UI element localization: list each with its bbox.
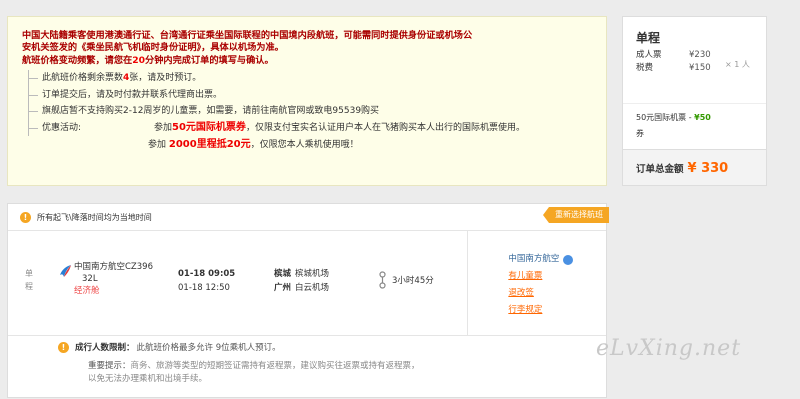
refund-change-link[interactable]: 退改签 (508, 288, 534, 298)
verified-badge-icon (563, 254, 574, 265)
promo-item-2: 参加 2000里程抵20元，仅限您本人乘机使用哦！ (28, 136, 592, 154)
coupon-value: ¥50 (694, 113, 711, 122)
adult-price: ¥230 (689, 50, 711, 60)
coupon-label: 50元国际机票 (636, 113, 687, 122)
adult-label: 成人票 (636, 50, 662, 60)
total-amount: ¥ 330 (687, 161, 729, 176)
baggage-rules-link[interactable]: 行李规定 (508, 305, 542, 315)
side-airline: 中国南方航空 (508, 251, 606, 268)
tip-label: 重要提示： (88, 361, 131, 371)
flight-duration: 3小时45分 (378, 271, 434, 289)
promo-label: 优惠活动: (42, 122, 82, 133)
flight-side: 中国南方航空 有儿童票 退改签 行李规定 (468, 231, 606, 335)
arrival-city: 广州 (274, 283, 292, 293)
cabin-class: 经济舱 (74, 286, 100, 296)
flight-card: ! 所有起飞\降落时间均为当地时间 重新选择航班 单程 中国南方航空CZ396 … (7, 203, 609, 399)
important-tip: 重要提示：商务、旅游等类型的短期签证需持有返程票，建议购买往返票或持有返程票，以… (88, 360, 428, 386)
flight-body: 单程 中国南方航空CZ396 32L 经济舱 01-18 09:05 01-18… (8, 231, 606, 335)
flight-airports: 槟城 槟城机场 广州 白云机场 (274, 267, 329, 295)
duration-text: 3小时45分 (392, 276, 434, 286)
notice-intro-line1: 中国大陆籍乘客使用港澳通行证、台湾通行证乘坐国际联程的中国境内段航班，可能需同时… (22, 30, 473, 41)
booking-notice: 中国大陆籍乘客使用港澳通行证、台湾通行证乘坐国际联程的中国境内段航班，可能需同时… (7, 16, 607, 186)
flight-header: ! 所有起飞\降落时间均为当地时间 重新选择航班 (8, 204, 609, 231)
notice-item: 旗舰店暂不支持购买2-12周岁的儿童票，如需要，请前往南航官网或致电95539购… (29, 103, 588, 120)
tax-price: ¥150 (689, 63, 711, 73)
order-total: 订单总金额 ¥ 330 (623, 149, 766, 185)
promo-coupon: 50元国际机票券 (172, 121, 246, 133)
promo2-prefix: 参加 (148, 140, 167, 150)
passenger-multiplier: × 1 人 (725, 60, 750, 69)
summary-title: 单程 (636, 31, 661, 45)
flight-main: 单程 中国南方航空CZ396 32L 经济舱 01-18 09:05 01-18… (8, 231, 469, 335)
site-watermark: eLvXing.net (596, 336, 742, 361)
price-warning-text-end: 分钟内完成订单的填写与确认。 (145, 55, 274, 66)
order-summary: 单程 成人票 ¥230 税费 ¥150 × 1 人 50元国际机票 - ¥50 券 … (622, 16, 767, 186)
notice-intro: 中国大陆籍乘客使用港澳通行证、台湾通行证乘坐国际联程的中国境内段航班，可能需同时… (22, 30, 592, 54)
promo-prefix: 参加 (154, 122, 173, 133)
china-southern-logo-icon (60, 265, 71, 277)
flight-number: 中国南方航空CZ396 (74, 262, 153, 272)
notice-price-warning: 航班价格变动频繁，请您在20分钟内完成订单的填写与确认。 (22, 55, 592, 67)
cabin-code: 32L (82, 274, 98, 284)
limit-label: 成行人数限制： (75, 343, 135, 353)
notice-item-text: 旗舰店暂不支持购买2-12周岁的儿童票，如需要，请前往南航官网或致电95539购… (42, 106, 380, 116)
notice-item: 订单提交后，请及时付款并联系代理商出票。 (29, 87, 588, 104)
notice-intro-line2: 安机关签发的《乘坐民航飞机临时身份证明》，具体以机场为准。 (22, 42, 284, 53)
limit-text: 此航班价格最多允许 9位乘机人预订。 (136, 343, 281, 353)
passenger-limit: ! 成行人数限制： 此航班价格最多允许 9位乘机人预订。 (58, 341, 281, 353)
coupon-dash: - (686, 113, 695, 122)
warning-icon: ! (58, 341, 69, 353)
route-icon (379, 271, 386, 289)
departure-city: 槟城 (274, 269, 292, 279)
arrival-airport: 白云机场 (295, 283, 330, 293)
child-ticket-link[interactable]: 有儿童票 (508, 271, 542, 281)
price-lines: 成人票 ¥230 税费 ¥150 × 1 人 (623, 49, 766, 103)
side-airline-name: 中国南方航空 (508, 254, 560, 264)
departure-time: 01-18 09:05 (178, 269, 236, 279)
price-warning-text: 航班价格变动频繁，请您在 (22, 55, 133, 66)
notice-item-text-end: 张，请及时预订。 (129, 73, 202, 83)
coupon-label-end: 券 (636, 129, 644, 138)
promo-desc: ，仅限支付宝实名认证用户本人在飞猪购买本人出行的国际机票使用。 (245, 122, 525, 133)
tip-text: 商务、旅游等类型的短期签证需持有返程票，建议购买往返票或持有返程票，以免无法办理… (88, 361, 420, 384)
price-warning-minutes: 20 (132, 55, 146, 66)
local-time-note: 所有起飞\降落时间均为当地时间 (37, 212, 152, 222)
coupon-row: 50元国际机票 - ¥50 券 (623, 103, 766, 153)
notice-item-text: 订单提交后，请及时付款并联系代理商出票。 (42, 89, 223, 100)
flight-notes: ! 成行人数限制： 此航班价格最多允许 9位乘机人预订。 重要提示：商务、旅游等… (8, 335, 606, 399)
total-label: 订单总金额 (636, 164, 684, 175)
tax-label: 税费 (636, 63, 654, 73)
departure-airport: 槟城机场 (295, 269, 330, 279)
reselect-flight-button[interactable]: 重新选择航班 (543, 207, 609, 223)
flight-times: 01-18 09:05 01-18 12:50 (178, 267, 235, 295)
notice-item-text: 此航班价格剩余票数 (42, 73, 124, 83)
trip-type: 单程 (25, 269, 33, 291)
promo2-mileage: 2000里程抵20元 (168, 139, 251, 150)
notice-item: 此航班价格剩余票数4张，请及时预订。 (29, 70, 588, 87)
promo-item: 优惠活动: 参加 50元国际机票券 ，仅限支付宝实名认证用户本人在飞猪购买本人出… (29, 120, 588, 137)
promo2-desc: ，仅限您本人乘机使用哦！ (250, 140, 359, 150)
arrival-time: 01-18 12:50 (178, 283, 230, 293)
notice-list: 此航班价格剩余票数4张，请及时预订。 订单提交后，请及时付款并联系代理商出票。 … (28, 70, 588, 136)
airline-info: 中国南方航空CZ396 32L 经济舱 (74, 261, 153, 297)
info-icon: ! (20, 211, 31, 223)
